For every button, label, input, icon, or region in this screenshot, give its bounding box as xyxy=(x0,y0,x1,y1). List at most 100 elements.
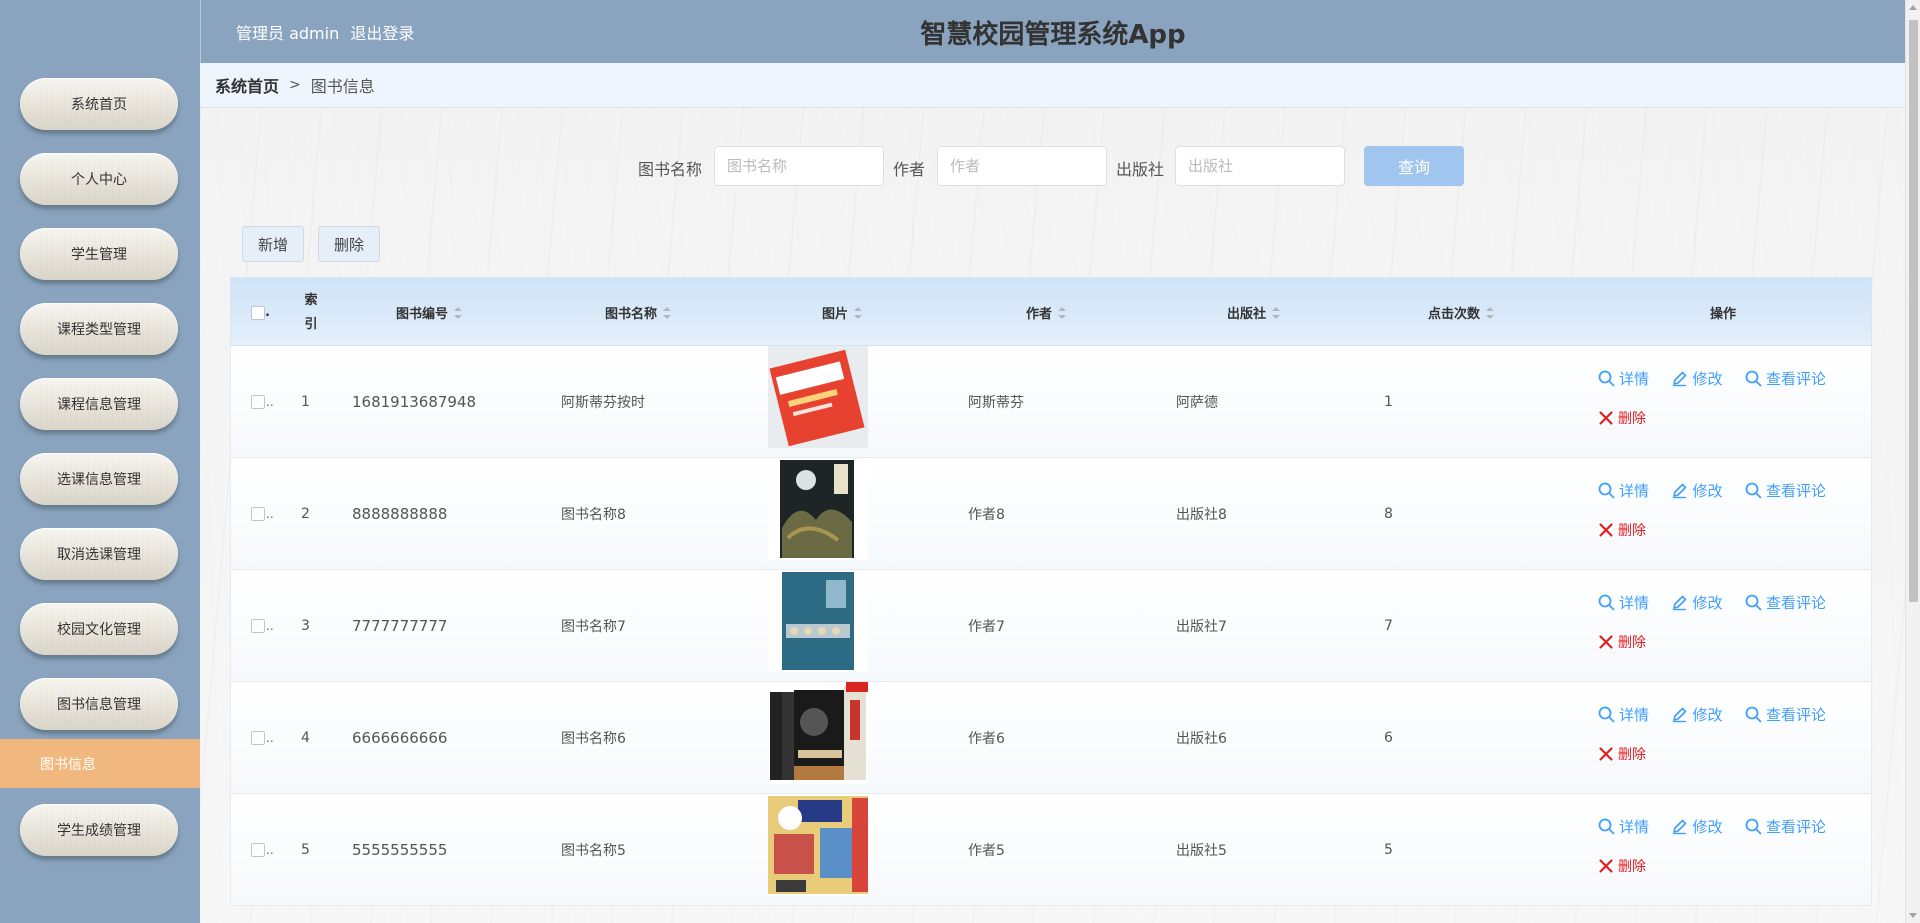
row-book-name: 图书名称7 xyxy=(561,619,626,635)
book-cover-image xyxy=(768,570,868,672)
publisher-input[interactable] xyxy=(1175,146,1345,186)
delete-link[interactable]: 删除 xyxy=(1598,632,1858,652)
row-index: 5 xyxy=(301,842,310,858)
search-icon xyxy=(1598,594,1615,611)
detail-link[interactable]: 详情 xyxy=(1598,368,1649,389)
view-comments-link[interactable]: 查看评论 xyxy=(1745,704,1826,725)
edit-link[interactable]: 修改 xyxy=(1671,592,1722,613)
sidebar-subitem-book-info[interactable]: 图书信息 xyxy=(0,739,200,788)
scroll-thumb[interactable] xyxy=(1909,20,1918,602)
sidebar-item-label: 图书信息管理 xyxy=(57,697,141,713)
row-book-no: 1681913687948 xyxy=(352,393,477,411)
row-select-cell: .. xyxy=(251,458,274,570)
table-row: .. 1 1681913687948 阿斯蒂芬按时 阿斯蒂芬 阿萨德 1 详情 … xyxy=(230,346,1872,458)
search-icon xyxy=(1598,482,1615,499)
author-input[interactable] xyxy=(937,146,1107,186)
sidebar-item-label: 个人中心 xyxy=(71,172,127,188)
sidebar-item-home[interactable]: 系统首页 xyxy=(20,78,178,130)
header-book-name[interactable]: 图书名称 xyxy=(605,278,672,347)
search-icon xyxy=(1745,482,1762,499)
header-clicks[interactable]: 点击次数 xyxy=(1428,278,1495,347)
sidebar-item-label: 学生管理 xyxy=(71,247,127,263)
row-publisher: 出版社6 xyxy=(1176,731,1227,747)
row-publisher: 阿萨德 xyxy=(1176,395,1218,411)
row-book-name: 阿斯蒂芬按时 xyxy=(561,395,645,411)
sidebar-item-course-types[interactable]: 课程类型管理 xyxy=(20,303,178,355)
delete-link[interactable]: 删除 xyxy=(1598,520,1858,540)
sidebar-item-course-cancel[interactable]: 取消选课管理 xyxy=(20,528,178,580)
table-header: . 索引 图书编号 图书名称 图片 作者 出版社 点击次数 操作 xyxy=(230,277,1872,346)
vertical-scrollbar[interactable] xyxy=(1905,0,1920,923)
delete-link[interactable]: 删除 xyxy=(1598,744,1858,764)
edit-link[interactable]: 修改 xyxy=(1671,704,1722,725)
edit-icon xyxy=(1673,819,1687,835)
detail-link[interactable]: 详情 xyxy=(1598,704,1649,725)
book-name-input[interactable] xyxy=(714,146,884,186)
sidebar-item-students[interactable]: 学生管理 xyxy=(20,228,178,280)
row-author: 作者7 xyxy=(968,619,1005,635)
row-actions: 详情 修改 查看评论 删除 xyxy=(1598,368,1858,428)
row-clicks: 6 xyxy=(1384,730,1393,746)
table-row: .. 3 7777777777 图书名称7 作者7 出版社7 7 详情 修改 查… xyxy=(230,570,1872,682)
row-checkbox[interactable] xyxy=(251,619,265,633)
book-cover-image xyxy=(768,794,868,896)
row-book-name: 图书名称6 xyxy=(561,731,626,747)
sidebar-item-course-info[interactable]: 课程信息管理 xyxy=(20,378,178,430)
close-icon xyxy=(1599,859,1613,873)
sidebar-subitem-label: 图书信息 xyxy=(40,756,96,773)
view-comments-link[interactable]: 查看评论 xyxy=(1745,816,1826,837)
select-all-checkbox[interactable] xyxy=(251,305,265,320)
row-actions: 详情 修改 查看评论 删除 xyxy=(1598,816,1858,876)
sidebar-item-book-management[interactable]: 图书信息管理 xyxy=(20,678,178,730)
delete-link[interactable]: 删除 xyxy=(1598,856,1858,876)
edit-icon xyxy=(1673,595,1687,611)
sidebar-item-profile[interactable]: 个人中心 xyxy=(20,153,178,205)
detail-link[interactable]: 详情 xyxy=(1598,480,1649,501)
book-cover-image xyxy=(768,346,868,448)
header-image[interactable]: 图片 xyxy=(822,278,863,347)
scroll-up-icon[interactable] xyxy=(1909,5,1917,10)
row-checkbox[interactable] xyxy=(251,507,265,521)
sidebar-item-label: 系统首页 xyxy=(71,97,127,113)
header-publisher[interactable]: 出版社 xyxy=(1227,278,1281,347)
edit-link[interactable]: 修改 xyxy=(1671,816,1722,837)
row-author: 作者8 xyxy=(968,507,1005,523)
detail-link[interactable]: 详情 xyxy=(1598,592,1649,613)
book-table: . 索引 图书编号 图书名称 图片 作者 出版社 点击次数 操作 .. 1 16… xyxy=(230,277,1872,906)
edit-link[interactable]: 修改 xyxy=(1671,480,1722,501)
scroll-down-icon[interactable] xyxy=(1909,913,1917,918)
table-row: .. 2 8888888888 图书名称8 作者8 出版社8 8 详情 修改 查… xyxy=(230,458,1872,570)
sidebar-item-campus-culture[interactable]: 校园文化管理 xyxy=(20,603,178,655)
sidebar-item-label: 学生成绩管理 xyxy=(57,823,141,839)
view-comments-link[interactable]: 查看评论 xyxy=(1745,480,1826,501)
app-title: 智慧校园管理系统App xyxy=(920,20,1186,50)
detail-link[interactable]: 详情 xyxy=(1598,816,1649,837)
row-checkbox[interactable] xyxy=(251,843,265,857)
view-comments-link[interactable]: 查看评论 xyxy=(1745,592,1826,613)
row-actions: 详情 修改 查看评论 删除 xyxy=(1598,592,1858,652)
row-book-name: 图书名称8 xyxy=(561,507,626,523)
row-book-no: 6666666666 xyxy=(352,729,448,747)
row-author: 阿斯蒂芬 xyxy=(968,395,1024,411)
sidebar-item-grades[interactable]: 学生成绩管理 xyxy=(20,804,178,856)
main-content: 图书名称 作者 出版社 查询 新增 删除 . 索引 图书编号 图书名称 图片 作… xyxy=(200,108,1905,923)
sidebar-item-course-selection[interactable]: 选课信息管理 xyxy=(20,453,178,505)
header-author[interactable]: 作者 xyxy=(1026,278,1067,347)
add-button[interactable]: 新增 xyxy=(242,226,305,262)
breadcrumb-home[interactable]: 系统首页 xyxy=(215,73,279,97)
query-button[interactable]: 查询 xyxy=(1364,146,1464,186)
sort-icon xyxy=(663,306,672,319)
sidebar-item-label: 课程信息管理 xyxy=(57,397,141,413)
row-checkbox[interactable] xyxy=(251,731,265,745)
sort-icon xyxy=(854,306,863,319)
edit-icon xyxy=(1673,707,1687,723)
header-index: 索引 xyxy=(304,292,318,332)
edit-link[interactable]: 修改 xyxy=(1671,368,1722,389)
delete-link[interactable]: 删除 xyxy=(1598,408,1858,428)
row-checkbox[interactable] xyxy=(251,395,265,409)
header-book-no[interactable]: 图书编号 xyxy=(396,278,463,347)
view-comments-link[interactable]: 查看评论 xyxy=(1745,368,1826,389)
sidebar: 系统首页 个人中心 学生管理 课程类型管理 课程信息管理 选课信息管理 取消选课… xyxy=(0,0,200,923)
row-select-cell: .. xyxy=(251,794,274,906)
delete-button[interactable]: 删除 xyxy=(318,226,381,262)
